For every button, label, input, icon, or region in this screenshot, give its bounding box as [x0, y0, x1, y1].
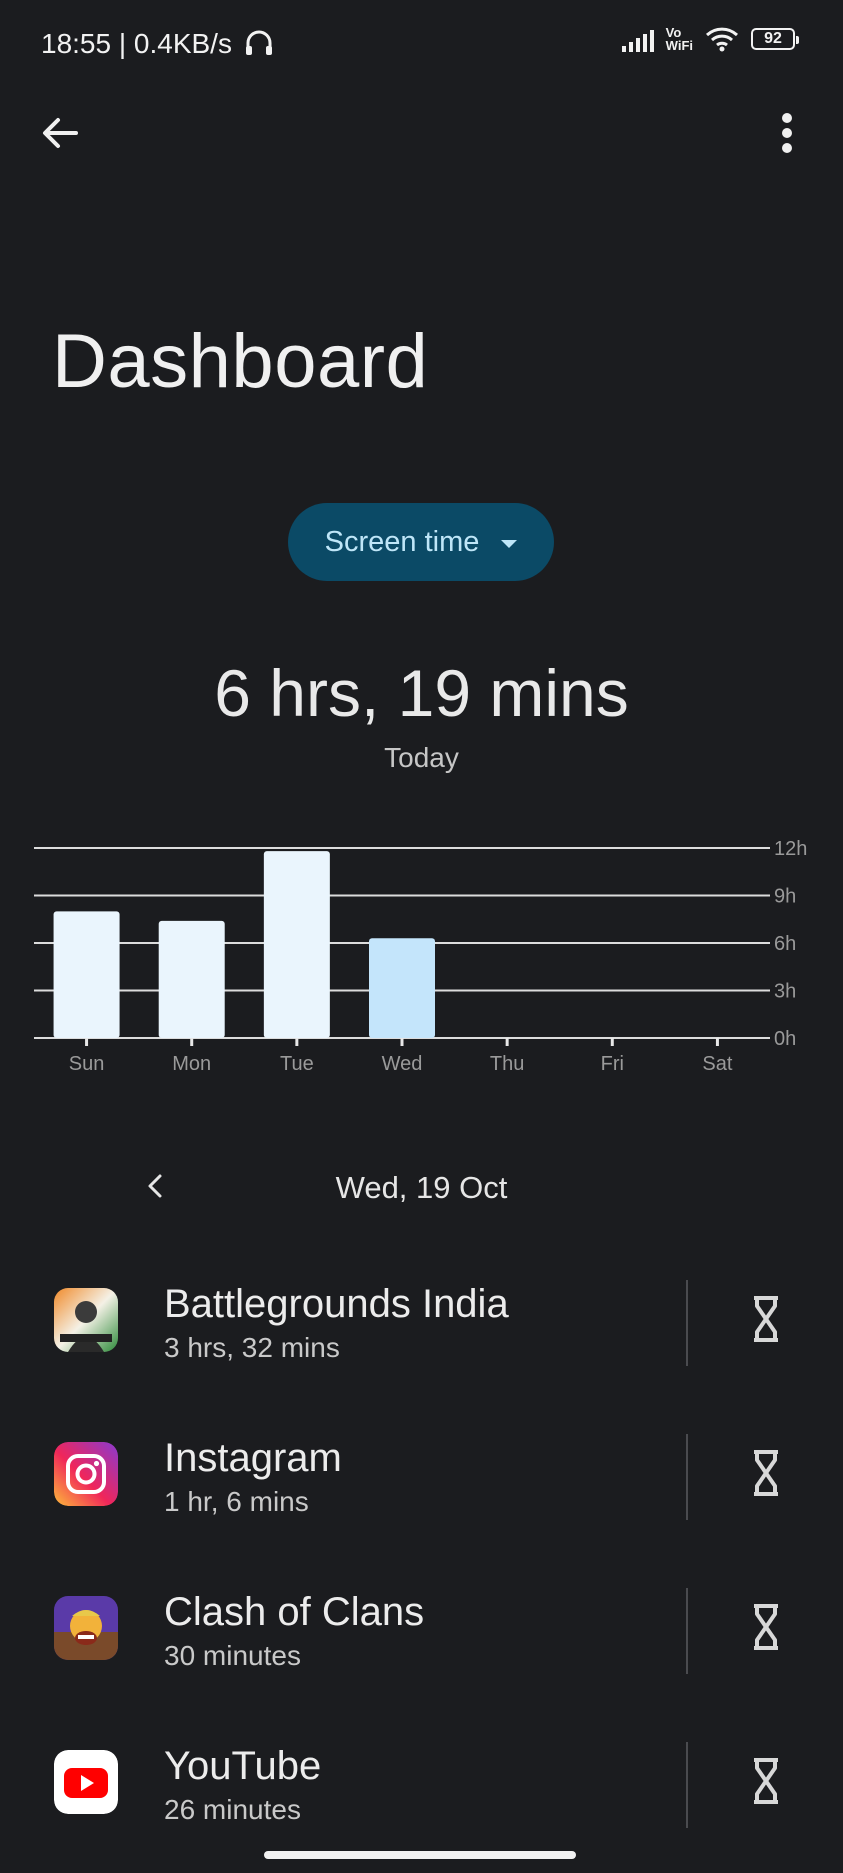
x-tick-label: Tue	[280, 1053, 314, 1075]
date-label: Wed, 19 Oct	[335, 1170, 508, 1205]
status-time: 18:55 | 0.4KB/s	[41, 28, 274, 60]
app-row[interactable]: YouTube 26 minutes	[0, 1734, 843, 1854]
app-row[interactable]: Battlegrounds India 3 hrs, 32 mins	[0, 1272, 843, 1392]
app-timer-button[interactable]	[748, 1602, 784, 1652]
y-tick-label: 6h	[774, 933, 796, 955]
vowifi-label: Vo WiFi	[665, 25, 693, 53]
hourglass-icon	[754, 1604, 778, 1650]
app-time: 26 minutes	[164, 1794, 301, 1825]
app-time: 3 hrs, 32 mins	[164, 1332, 340, 1363]
chart-bar	[53, 911, 120, 1038]
clash-of-clans-icon	[54, 1596, 118, 1660]
metric-dropdown[interactable]: Screen time	[288, 503, 554, 581]
hourglass-icon	[754, 1758, 778, 1804]
status-time-text: 18:55 | 0.4KB/s	[41, 28, 232, 59]
chart-bar	[369, 938, 435, 1038]
metric-dropdown-label: Screen time	[324, 525, 480, 558]
divider	[686, 1280, 688, 1366]
instagram-icon	[54, 1442, 118, 1506]
battery-icon: 92	[751, 28, 799, 50]
y-tick-label: 0h	[774, 1028, 796, 1050]
app-row[interactable]: Instagram 1 hr, 6 mins	[0, 1426, 843, 1546]
previous-day-button[interactable]	[138, 1168, 174, 1204]
y-tick-label: 3h	[774, 981, 796, 1003]
app-timer-button[interactable]	[748, 1294, 784, 1344]
app-name: Clash of Clans	[164, 1590, 425, 1634]
divider	[686, 1588, 688, 1674]
arrow-left-icon	[43, 118, 78, 148]
dropdown-caret-icon	[501, 540, 518, 548]
app-name: Instagram	[164, 1436, 342, 1480]
youtube-icon	[54, 1750, 118, 1814]
status-icons: Vo WiFi 92	[621, 25, 799, 53]
home-indicator[interactable]	[264, 1851, 576, 1859]
chevron-left-icon	[148, 1174, 162, 1198]
total-caption: Today	[384, 742, 459, 773]
battery-level: 92	[764, 30, 782, 47]
x-tick-label: Sun	[69, 1053, 105, 1075]
app-row[interactable]: Clash of Clans 30 minutes	[0, 1580, 843, 1700]
app-name: Battlegrounds India	[164, 1282, 509, 1326]
x-tick-label: Fri	[601, 1053, 624, 1075]
chart-bar	[158, 920, 225, 1038]
x-tick-label: Sat	[702, 1053, 732, 1075]
chart-bar	[263, 851, 330, 1038]
app-name: YouTube	[164, 1744, 322, 1788]
app-time: 30 minutes	[164, 1640, 301, 1671]
x-tick-label: Mon	[172, 1053, 211, 1075]
page-title: Dashboard	[52, 319, 429, 404]
x-tick-label: Wed	[382, 1053, 423, 1075]
usage-chart-svg: 0h 3h 6h 9h 12h Sun Mon Tue Wed Thu Fri Sat	[34, 838, 807, 1075]
usage-chart[interactable]: 0h 3h 6h 9h 12h Sun Mon Tue Wed Thu Fri Sat	[0, 830, 843, 1090]
back-button[interactable]	[36, 108, 86, 158]
more-vert-icon	[782, 113, 792, 153]
app-timer-button[interactable]	[748, 1756, 784, 1806]
signal-icon	[621, 26, 654, 52]
app-timer-button[interactable]	[748, 1448, 784, 1498]
hourglass-icon	[754, 1296, 778, 1342]
more-options-button[interactable]	[770, 108, 804, 158]
divider	[686, 1434, 688, 1520]
y-tick-label: 9h	[774, 886, 796, 908]
divider	[686, 1742, 688, 1828]
app-time: 1 hr, 6 mins	[164, 1486, 309, 1517]
hourglass-icon	[754, 1450, 778, 1496]
headphones-icon	[245, 30, 272, 55]
y-tick-label: 12h	[774, 838, 807, 860]
x-tick-label: Thu	[490, 1053, 524, 1075]
total-screen-time: 6 hrs, 19 mins	[214, 656, 629, 730]
battlegrounds-icon	[54, 1288, 118, 1352]
wifi-icon	[705, 27, 739, 52]
